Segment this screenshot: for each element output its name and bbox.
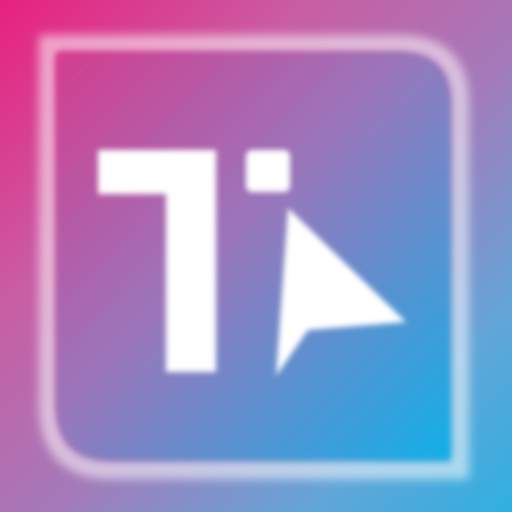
app-logo-icon (0, 0, 512, 512)
tile-background (56, 52, 450, 460)
dot-shape (246, 150, 290, 192)
logo-artwork (39, 35, 469, 479)
